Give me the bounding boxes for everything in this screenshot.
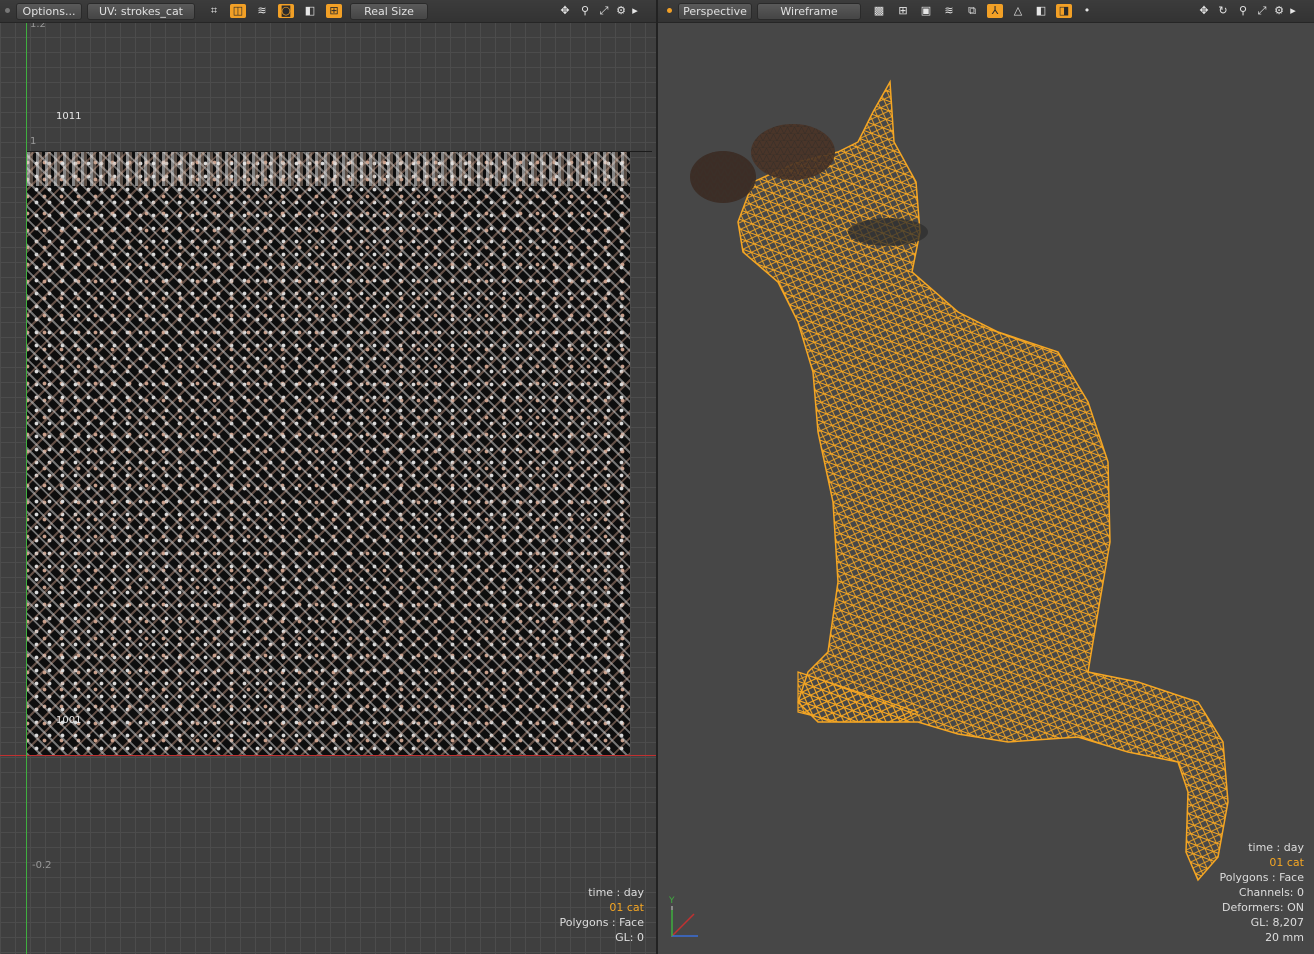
hud-deformers: Deformers: ON (1222, 901, 1304, 914)
move-icon[interactable]: ✥ (1196, 4, 1212, 18)
zoom-icon[interactable]: ⚲ (577, 4, 593, 18)
fit-icon[interactable]: ⤢ (1254, 4, 1270, 18)
real-size-button[interactable]: Real Size (350, 3, 428, 20)
crop-icon[interactable]: ⌗ (206, 4, 222, 18)
wave-icon[interactable]: ≋ (254, 4, 270, 18)
uv-map-select[interactable]: UV: strokes_cat (87, 3, 195, 20)
uv-hud: time : day 01 cat Polygons : Face GL: 0 (559, 885, 644, 945)
expand-arrow-icon[interactable]: ▸ (630, 4, 640, 18)
book-icon[interactable]: ◧ (302, 4, 318, 18)
tile-icon[interactable]: ◫ (230, 4, 246, 18)
zoom-icon[interactable]: ⚲ (1235, 4, 1251, 18)
shading-mode-select[interactable]: Wireframe (757, 3, 861, 20)
uv-texture-top-strip (27, 152, 630, 186)
viewport-toolbar: Perspective Wireframe ▩ ⊞ ▣ ≋ ⧉ ⅄ △ ◧ ◨ … (658, 0, 1314, 23)
view-mode-select[interactable]: Perspective (678, 3, 752, 20)
stroke-cluster-right-detail (751, 124, 835, 180)
gear-icon[interactable]: ⚙ (613, 4, 629, 18)
options-button[interactable]: Options... (16, 3, 82, 20)
gear-icon[interactable]: ⚙ (1271, 4, 1287, 18)
dot-icon[interactable]: • (1079, 4, 1095, 18)
fit-icon[interactable]: ⤢ (596, 4, 612, 18)
hud-gl: GL: 0 (615, 931, 644, 944)
hud-gl: GL: 8,207 (1250, 916, 1304, 929)
viewport-hud: time : day 01 cat Polygons : Face Channe… (1219, 840, 1304, 945)
panel-menu-icon[interactable] (5, 8, 10, 13)
hud-channels: Channels: 0 (1238, 886, 1304, 899)
frame-icon[interactable]: ◙ (278, 4, 294, 18)
grid-icon[interactable]: ⊞ (895, 4, 911, 18)
split-icon[interactable]: ◧ (1033, 4, 1049, 18)
hud-time: time : day (588, 886, 644, 899)
move-icon[interactable]: ✥ (557, 4, 573, 18)
layers-icon[interactable]: ⧉ (964, 4, 980, 18)
uv-toolbar: Options... UV: strokes_cat ⌗ ◫ ≋ ◙ ◧ ⊞ R… (0, 0, 656, 23)
uv-editor-panel[interactable]: 1.2 1 -0.2 1011 1001 Options... UV: stro… (0, 0, 656, 954)
tile-label-1001: 1001 (56, 715, 82, 726)
hud-time: time : day (1248, 841, 1304, 854)
uv-x-axis (0, 755, 656, 756)
tick-label-one: 1 (30, 136, 37, 147)
gizmo-y-label: Y (669, 896, 675, 906)
stroke-cluster-left-detail (690, 151, 756, 203)
cat-body-wire (737, 79, 1229, 882)
axis-icon[interactable]: ⅄ (987, 4, 1003, 18)
viewport-panel[interactable]: Perspective Wireframe ▩ ⊞ ▣ ≋ ⧉ ⅄ △ ◧ ◨ … (658, 0, 1314, 954)
checker-icon[interactable]: ▩ (871, 4, 887, 18)
hud-polygons: Polygons : Face (559, 916, 644, 929)
expand-arrow-icon[interactable]: ▸ (1288, 4, 1298, 18)
uv-texture-tile[interactable] (27, 152, 630, 755)
wave-icon[interactable]: ≋ (941, 4, 957, 18)
rotate-icon[interactable]: ↻ (1215, 4, 1231, 18)
panel-menu-icon[interactable] (667, 8, 672, 13)
frame-icon[interactable]: ◨ (1056, 4, 1072, 18)
cat-wireframe-mesh[interactable] (658, 22, 1314, 954)
hud-item: 01 cat (1269, 856, 1304, 869)
axis-gizmo: Y (668, 896, 702, 940)
eye-stroke-band (848, 218, 928, 246)
cross-icon[interactable]: ⊞ (326, 4, 342, 18)
hud-lens: 20 mm (1265, 931, 1304, 944)
hud-polygons: Polygons : Face (1219, 871, 1304, 884)
pyramid-icon[interactable]: △ (1010, 4, 1026, 18)
tile-label-1011: 1011 (56, 111, 82, 122)
texture-icon[interactable]: ▣ (918, 4, 934, 18)
uv-y-axis (26, 22, 27, 954)
hud-item: 01 cat (609, 901, 644, 914)
tick-label-neg: -0.2 (32, 860, 52, 871)
uv-tile-border (27, 151, 652, 152)
